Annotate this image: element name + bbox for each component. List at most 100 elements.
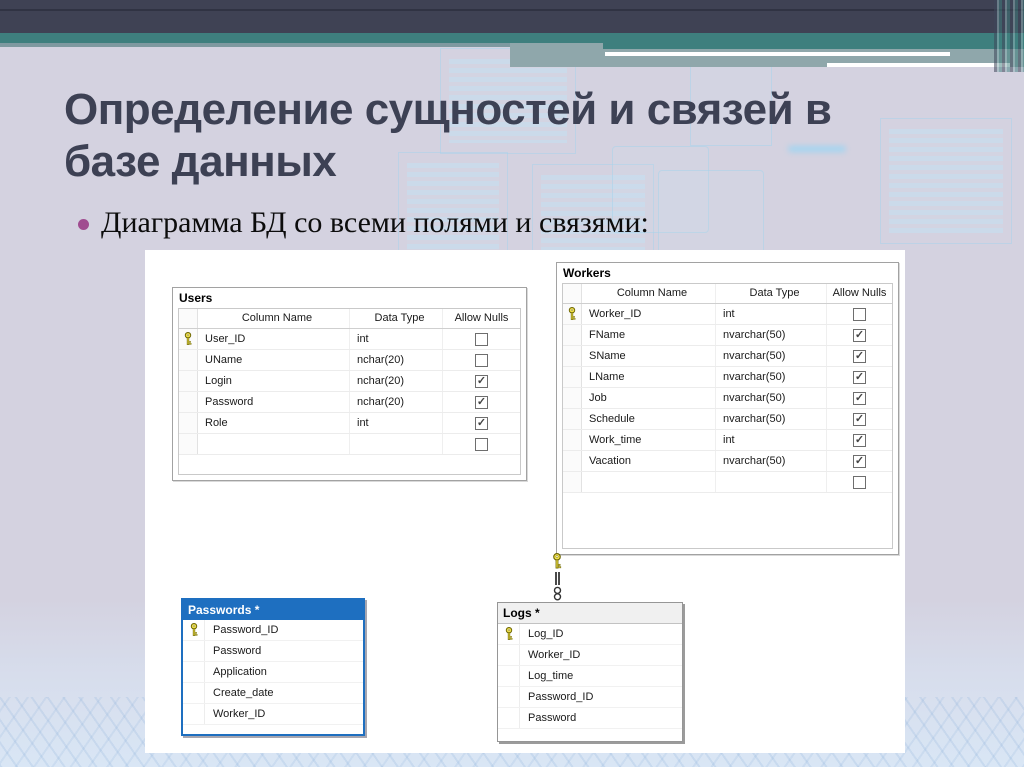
- column-name-cell: Password: [528, 712, 577, 724]
- users-grid: Column Name Data Type Allow Nulls User_I…: [178, 308, 521, 475]
- table-row: Password_ID: [183, 620, 363, 641]
- infinity-icon: [553, 586, 561, 601]
- allow-nulls-checkbox: [853, 328, 866, 342]
- logs-table: Logs * Log_ID Worker_ID Log_time Password_I…: [497, 602, 683, 742]
- table-row: Role int: [179, 413, 520, 434]
- allow-nulls-cell: [827, 325, 892, 345]
- allow-nulls-cell: [443, 434, 520, 454]
- data-type-cell: nvarchar(50): [716, 409, 827, 429]
- key-cell: [498, 687, 520, 707]
- bullet-text: Диаграмма БД со всеми полями и связями:: [101, 206, 649, 239]
- allow-nulls-cell: [443, 371, 520, 391]
- white-accent-line-2: [827, 63, 1010, 67]
- table-row: SName nvarchar(50): [563, 346, 892, 367]
- column-name-cell: Worker_ID: [213, 708, 266, 720]
- key-cell: [563, 388, 582, 408]
- column-name-cell: Job: [582, 388, 716, 408]
- key-cell: [498, 624, 520, 644]
- data-type-cell: int: [350, 329, 443, 349]
- passwords-table: Passwords * Password_ID Password Applicati…: [181, 598, 365, 736]
- key-cell: [563, 451, 582, 471]
- column-name-header: Column Name: [198, 309, 350, 328]
- database-diagram-panel: Users Column Name Data Type Allow Nulls …: [145, 250, 905, 753]
- data-type-cell: [716, 472, 827, 492]
- allow-nulls-checkbox: [853, 454, 866, 468]
- data-type-cell: nvarchar(50): [716, 346, 827, 366]
- key-cell: [563, 325, 582, 345]
- key-cell: [563, 367, 582, 387]
- table-row: Password: [183, 641, 363, 662]
- data-type-header: Data Type: [350, 309, 443, 328]
- table-row: Create_date: [183, 683, 363, 704]
- column-name-cell: Worker_ID: [528, 649, 581, 661]
- allow-nulls-cell: [827, 472, 892, 492]
- allow-nulls-checkbox: [475, 374, 488, 388]
- top-bar-line: [0, 9, 1024, 11]
- allow-nulls-checkbox: [853, 370, 866, 384]
- key-cell: [183, 620, 205, 640]
- allow-nulls-cell: [443, 329, 520, 349]
- key-cell: [179, 413, 198, 433]
- table-row: Log_ID: [498, 624, 682, 645]
- column-name-cell: Role: [198, 413, 350, 433]
- data-type-cell: nvarchar(50): [716, 388, 827, 408]
- top-bar: [0, 0, 1024, 33]
- key-cell: [563, 472, 582, 492]
- key-cell: [563, 430, 582, 450]
- allow-nulls-cell: [443, 413, 520, 433]
- data-type-cell: nchar(20): [350, 371, 443, 391]
- allow-nulls-checkbox: [853, 307, 866, 321]
- column-name-cell: Log_time: [528, 670, 574, 682]
- key-cell: [498, 708, 520, 728]
- column-name-cell: Log_ID: [528, 628, 564, 640]
- table-row: [179, 434, 520, 455]
- data-type-cell: int: [350, 413, 443, 433]
- column-name-cell: Worker_ID: [582, 304, 716, 324]
- allow-nulls-checkbox: [475, 416, 488, 430]
- allow-nulls-header: Allow Nulls: [832, 287, 887, 299]
- table-row: Worker_ID int: [563, 304, 892, 325]
- key-header-cell: [179, 309, 198, 328]
- column-name-cell: [582, 472, 716, 492]
- primary-key-icon: [184, 331, 192, 345]
- bullet-line: Диаграмма БД со всеми полями и связями:: [78, 206, 938, 240]
- column-name-cell: SName: [582, 346, 716, 366]
- key-cell: [183, 641, 205, 661]
- allow-nulls-cell: [827, 409, 892, 429]
- key-cell: [498, 645, 520, 665]
- column-name-cell: Password: [198, 392, 350, 412]
- allow-nulls-checkbox: [853, 349, 866, 363]
- allow-nulls-checkbox: [475, 395, 488, 409]
- bullet-dot: [78, 219, 89, 230]
- logs-table-title: Logs *: [498, 603, 682, 624]
- key-cell: [179, 329, 198, 349]
- workers-table-title: Workers: [563, 266, 611, 280]
- key-cell: [563, 304, 582, 324]
- column-name-cell: Create_date: [213, 687, 274, 699]
- key-cell: [498, 666, 520, 686]
- slide-root: Определение сущностей и связей в базе да…: [0, 0, 1024, 767]
- column-name-cell: [198, 434, 350, 454]
- allow-nulls-cell: [827, 388, 892, 408]
- column-name-cell: UName: [198, 350, 350, 370]
- teal-block: [603, 33, 1024, 49]
- data-type-cell: [350, 434, 443, 454]
- key-cell: [179, 371, 198, 391]
- table-row: Vacation nvarchar(50): [563, 451, 892, 472]
- data-type-cell: nvarchar(50): [716, 367, 827, 387]
- slide-title: Определение сущностей и связей в базе да…: [64, 85, 832, 186]
- key-cell: [179, 434, 198, 454]
- column-name-cell: Application: [213, 666, 267, 678]
- table-row: Worker_ID: [498, 645, 682, 666]
- data-type-cell: nchar(20): [350, 350, 443, 370]
- allow-nulls-cell: [827, 430, 892, 450]
- table-row: Application: [183, 662, 363, 683]
- allow-nulls-cell: [827, 367, 892, 387]
- allow-nulls-checkbox: [475, 332, 488, 346]
- allow-nulls-cell: [827, 304, 892, 324]
- key-header-cell: [563, 284, 582, 303]
- data-type-header: Data Type: [716, 284, 827, 303]
- data-type-cell: int: [716, 304, 827, 324]
- data-type-cell: nvarchar(50): [716, 451, 827, 471]
- table-row: UName nchar(20): [179, 350, 520, 371]
